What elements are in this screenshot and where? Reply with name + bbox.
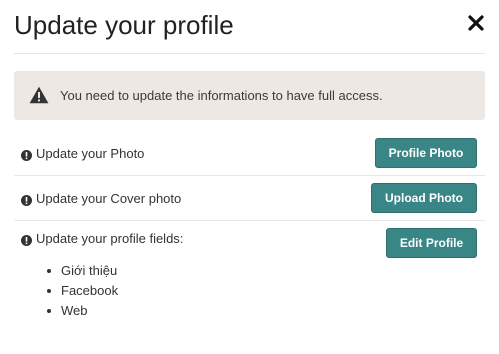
exclamation-circle-icon — [21, 233, 32, 246]
task-label: Update your Photo — [36, 146, 145, 161]
list-item: Web — [47, 301, 118, 321]
task-label: Update your profile fields: — [36, 231, 184, 246]
update-profile-modal: Update your profile You need to update t… — [0, 0, 499, 354]
alert-message: You need to update the informations to h… — [60, 88, 383, 103]
field-name: Web — [61, 303, 88, 318]
bullet-icon — [47, 309, 51, 313]
profile-photo-button[interactable]: Profile Photo — [375, 138, 477, 168]
profile-fields-list: Giới thiệu Facebook Web — [47, 261, 118, 321]
warning-icon — [29, 86, 49, 104]
upload-photo-button[interactable]: Upload Photo — [371, 183, 477, 213]
exclamation-circle-icon — [21, 193, 32, 206]
edit-profile-button[interactable]: Edit Profile — [386, 228, 477, 258]
close-icon[interactable] — [465, 10, 487, 36]
exclamation-circle-icon — [21, 148, 32, 161]
bullet-icon — [47, 289, 51, 293]
modal-title: Update your profile — [14, 10, 234, 40]
field-name: Giới thiệu — [61, 263, 118, 278]
task-row-cover-photo: Update your Cover photo Upload Photo — [14, 176, 485, 221]
task-row-profile-fields: Update your profile fields: Edit Profile… — [14, 221, 485, 331]
field-name: Facebook — [61, 283, 119, 298]
list-item: Facebook — [47, 281, 118, 301]
task-row-photo: Update your Photo Profile Photo — [14, 131, 485, 176]
list-item: Giới thiệu — [47, 261, 118, 281]
warning-alert: You need to update the informations to h… — [14, 71, 485, 120]
task-label: Update your Cover photo — [36, 191, 182, 206]
modal-header: Update your profile — [14, 0, 485, 54]
bullet-icon — [47, 269, 51, 273]
